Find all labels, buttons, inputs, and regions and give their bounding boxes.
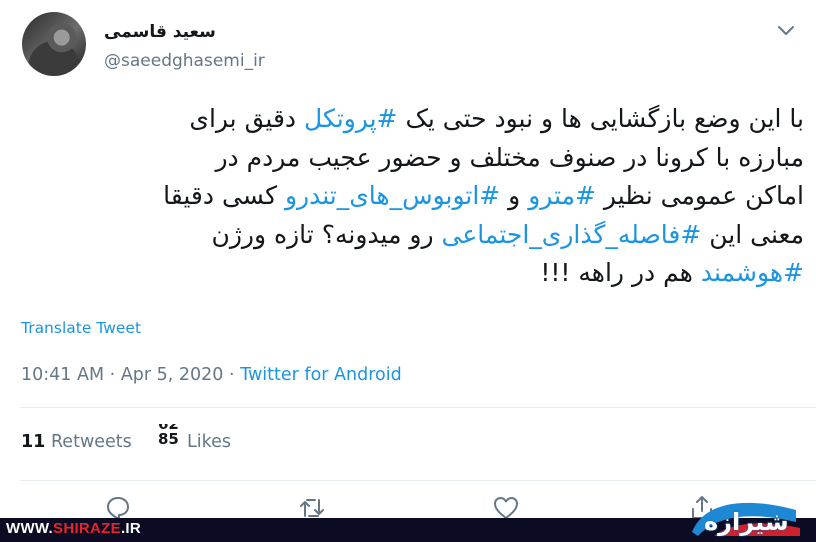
tweet-time[interactable]: 10:41 AM: [21, 365, 104, 385]
hashtag-link[interactable]: #اتوبوس_های_تندرو: [285, 181, 500, 210]
tweet-text-line: معنی این #فاصله_گذاری_اجتماعی رو میدونه؟…: [22, 216, 804, 255]
tweet-text-segment: مبارزه با کرونا در صنوف مختلف و حضور عجی…: [215, 142, 804, 172]
tweet-metadata: 10:41 AM · Apr 5, 2020 · Twitter for And…: [21, 365, 402, 385]
divider: [20, 480, 816, 481]
tweet-text: با این وضع بازگشایی ها و نبود حتی یک #پر…: [22, 100, 804, 293]
tweet-text-segment: معنی این: [701, 219, 804, 249]
watermark-url-brand: SHIRAZE: [53, 520, 121, 537]
hashtag-link[interactable]: #مترو: [528, 181, 596, 210]
likes-label[interactable]: Likes: [187, 432, 231, 452]
tweet-header: سعید قاسمی @saeedghasemi_ir: [22, 12, 812, 82]
divider: [20, 407, 816, 408]
likes-count[interactable]: 62 85: [158, 424, 182, 452]
watermark-url-prefix: WWW.: [6, 520, 54, 537]
tweet-text-segment: اماکن عمومی نظیر: [595, 181, 804, 210]
tweet-text-segment: با این وضع بازگشایی ها و نبود حتی یک: [397, 104, 804, 133]
tweet-text-line: با این وضع بازگشایی ها و نبود حتی یک #پر…: [22, 100, 804, 139]
retweets-count: 11: [21, 432, 46, 452]
hashtag-link[interactable]: #پروتکل: [304, 104, 397, 133]
chevron-down-icon[interactable]: [774, 18, 798, 42]
tweet-text-line: اماکن عمومی نظیر #مترو و #اتوبوس_های_تند…: [22, 177, 804, 216]
tweet-text-segment: و: [500, 181, 529, 210]
tweet-text-segment: رو میدونه؟ تازه ورژن: [211, 219, 442, 249]
watermark-url-suffix: .IR: [120, 520, 142, 537]
tweet-source-link[interactable]: Twitter for Android: [240, 365, 402, 385]
avatar[interactable]: [22, 12, 86, 76]
tweet-text-segment: کسی دقیقا: [163, 181, 285, 210]
translate-tweet-link[interactable]: Translate Tweet: [21, 319, 141, 337]
tweet-text-segment: هم در راهه !!!: [540, 258, 701, 287]
tweet-text-segment: دقیق برای: [189, 104, 305, 133]
shiraze-logo-text: شیرازه: [704, 508, 789, 536]
meta-separator: ·: [109, 365, 116, 385]
tweet-text-line: #هوشمند هم در راهه !!!: [22, 254, 804, 293]
meta-separator: ·: [229, 365, 235, 385]
likes-count-rolling-bottom: 85: [158, 430, 179, 448]
tweet-date[interactable]: Apr 5, 2020: [121, 365, 224, 385]
user-handle[interactable]: @saeedghasemi_ir: [104, 51, 265, 71]
retweets-label: Retweets: [50, 432, 132, 452]
hashtag-link[interactable]: #فاصله_گذاری_اجتماعی: [442, 220, 702, 249]
retweets-stat[interactable]: 11 Retweets: [21, 432, 132, 452]
tweet-text-line: مبارزه با کرونا در صنوف مختلف و حضور عجی…: [22, 139, 804, 178]
hashtag-link[interactable]: #هوشمند: [701, 258, 804, 287]
watermark-url: WWW.SHIRAZE.IR: [6, 520, 141, 537]
user-name[interactable]: سعید قاسمی: [104, 22, 216, 42]
